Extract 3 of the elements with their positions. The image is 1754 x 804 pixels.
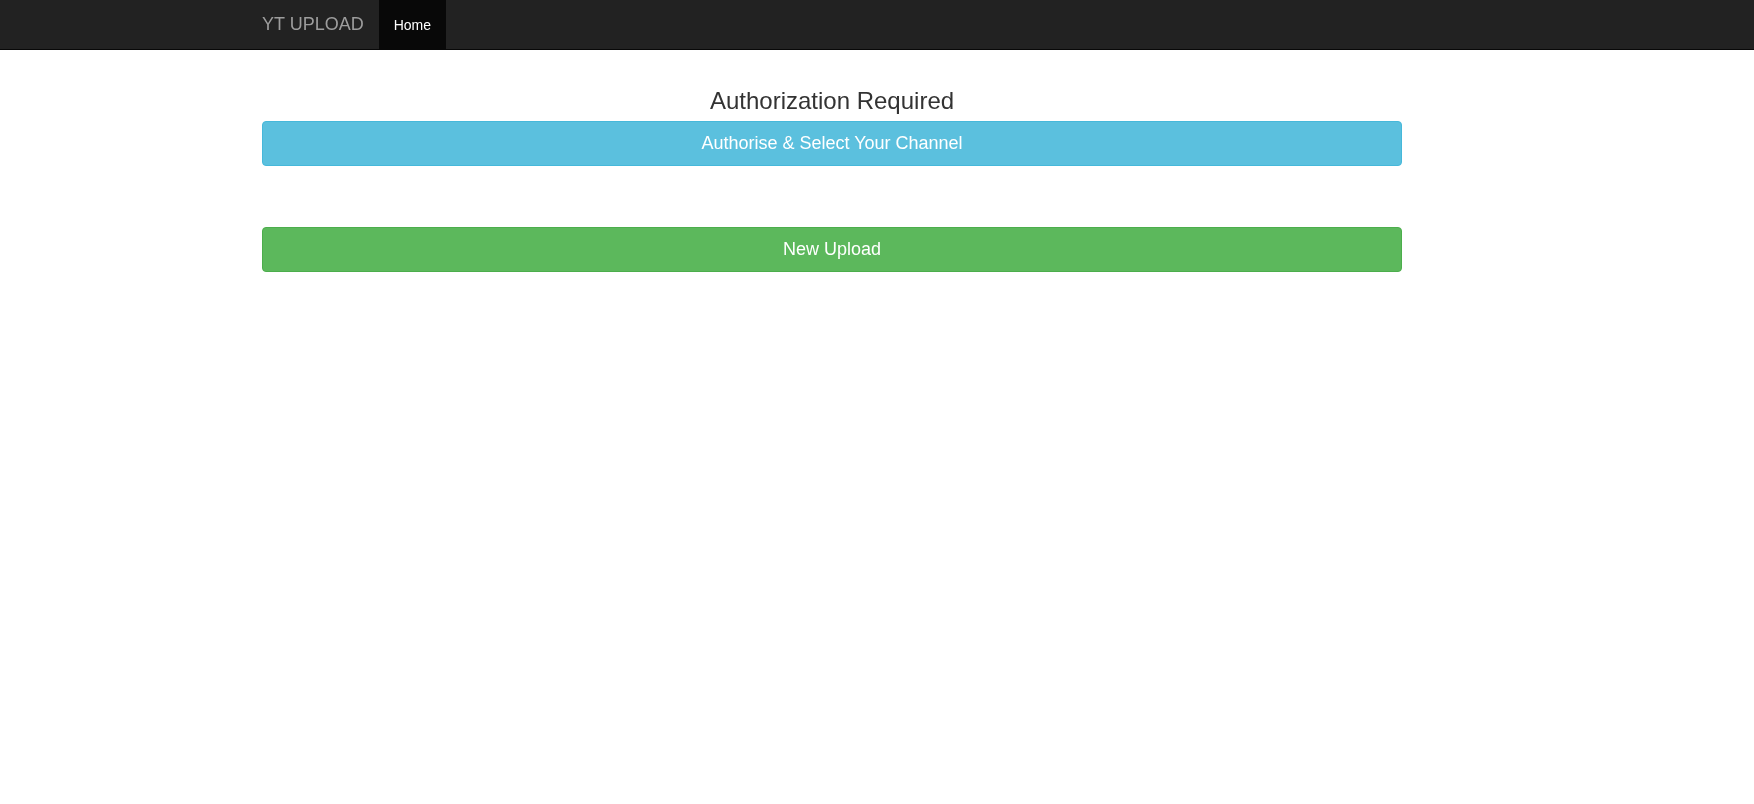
nav-tab[interactable]: Home [378, 0, 447, 49]
page-heading: Authorization Required [708, 88, 956, 115]
brand-link[interactable]: YT UPLOAD [262, 0, 379, 49]
